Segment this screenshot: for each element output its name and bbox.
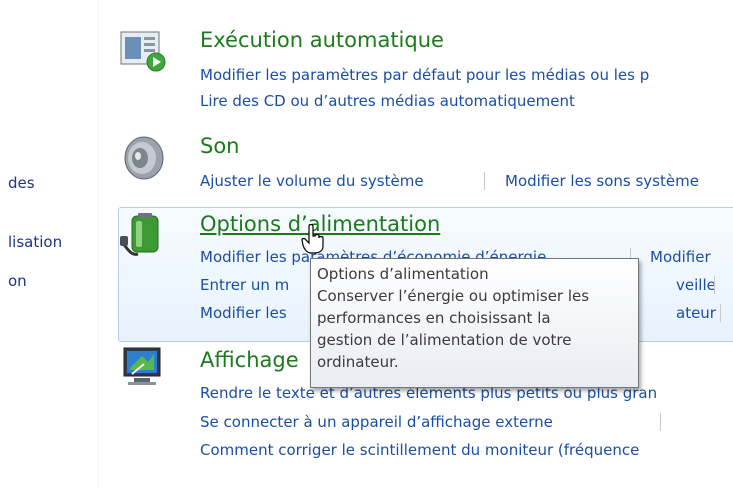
tooltip-line-4: gestion de l’alimentation de votre bbox=[317, 331, 572, 349]
power-link-sleep[interactable]: veille bbox=[676, 276, 716, 294]
left-navigation-pane: des lisation on bbox=[0, 0, 98, 488]
power-link-enter-mode[interactable]: Entrer un m bbox=[200, 276, 289, 294]
battery-plug-icon bbox=[120, 213, 159, 256]
link-separator bbox=[484, 172, 485, 190]
link-separator bbox=[720, 304, 721, 322]
hand-cursor-icon bbox=[301, 224, 324, 254]
link-separator bbox=[714, 276, 715, 294]
tooltip-line-2: Conserver l’énergie ou optimiser les bbox=[317, 287, 590, 305]
sound-link-change-sounds[interactable]: Modifier les sons système bbox=[505, 172, 699, 190]
display-link-external-display[interactable]: Se connecter à un appareil d’affichage e… bbox=[200, 413, 553, 431]
speaker-icon bbox=[124, 136, 164, 180]
display-link-flicker[interactable]: Comment corriger le scintillement du mon… bbox=[200, 441, 639, 459]
monitor-icon bbox=[123, 347, 161, 385]
power-link-computer[interactable]: ateur bbox=[676, 304, 716, 322]
control-panel-category-list: Exécution automatique Modifier les param… bbox=[98, 0, 733, 488]
left-nav-link-2[interactable]: lisation bbox=[8, 233, 62, 251]
power-link-modify-lid[interactable]: Modifier les bbox=[200, 304, 287, 322]
left-nav-link-3[interactable]: on bbox=[8, 272, 27, 290]
tooltip-line-3: performances en choisissant la bbox=[317, 309, 551, 327]
tooltip-line-1: Options d’alimentation bbox=[317, 265, 489, 283]
autoplay-icon bbox=[120, 31, 166, 72]
autoplay-link-change-defaults[interactable]: Modifier les paramètres par défaut pour … bbox=[200, 66, 649, 84]
power-options-tooltip: Options d’alimentation Conserver l’énerg… bbox=[310, 258, 639, 388]
left-nav-link-1[interactable]: des bbox=[8, 174, 35, 192]
autoplay-link-play-cds[interactable]: Lire des CD ou d’autres médias automatiq… bbox=[200, 92, 575, 110]
sound-title[interactable]: Son bbox=[200, 134, 240, 158]
link-separator bbox=[660, 413, 661, 431]
autoplay-title[interactable]: Exécution automatique bbox=[200, 28, 444, 52]
tooltip-line-5: ordinateur. bbox=[317, 353, 399, 371]
sound-link-adjust-volume[interactable]: Ajuster le volume du système bbox=[200, 172, 424, 190]
display-title[interactable]: Affichage bbox=[200, 348, 299, 372]
power-link-modify[interactable]: Modifier bbox=[650, 248, 711, 266]
